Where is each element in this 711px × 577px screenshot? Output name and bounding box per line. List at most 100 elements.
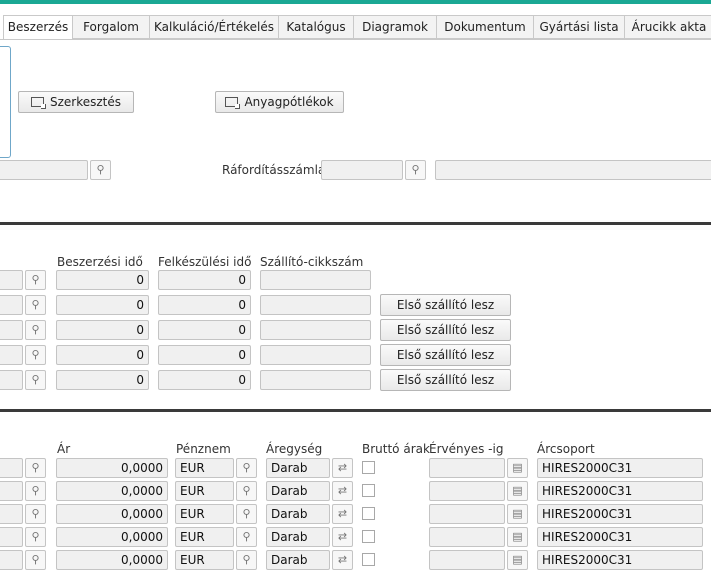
currency-field[interactable]: EUR: [175, 527, 234, 547]
prep-time-field[interactable]: 0: [158, 345, 251, 365]
unit-switch-icon[interactable]: ⇄: [332, 527, 353, 547]
gross-price-checkbox[interactable]: [362, 484, 375, 497]
currency-search-icon[interactable]: ⚲: [236, 458, 257, 478]
currency-field[interactable]: EUR: [175, 458, 234, 478]
first-supplier-button[interactable]: Első szállító lesz: [380, 369, 511, 391]
lead-time-field[interactable]: 0: [56, 370, 149, 390]
price-list-field[interactable]: [0, 481, 23, 501]
unit-header: Áregység: [266, 442, 323, 456]
first-supplier-button[interactable]: Első szállító lesz: [380, 344, 511, 366]
edit-button[interactable]: Szerkesztés: [18, 91, 134, 113]
supplier-search-icon[interactable]: ⚲: [25, 345, 46, 365]
price-list-search-icon[interactable]: ⚲: [25, 458, 46, 478]
tab-forgalom[interactable]: Forgalom: [72, 15, 150, 39]
unit-switch-icon[interactable]: ⇄: [332, 481, 353, 501]
calendar-icon[interactable]: ▤: [507, 481, 528, 501]
supplier-item-no-field[interactable]: [260, 295, 371, 315]
unit-switch-icon[interactable]: ⇄: [332, 504, 353, 524]
currency-search-icon[interactable]: ⚲: [236, 504, 257, 524]
gross-price-checkbox[interactable]: [362, 461, 375, 474]
supplier-search-icon[interactable]: ⚲: [25, 370, 46, 390]
calendar-icon[interactable]: ▤: [507, 458, 528, 478]
tab-katalogus[interactable]: Katalógus: [278, 15, 354, 39]
supplier-field[interactable]: [0, 295, 23, 315]
tab-dokumentum[interactable]: Dokumentum: [436, 15, 534, 39]
currency-search-icon[interactable]: ⚲: [236, 481, 257, 501]
valid-to-field[interactable]: [429, 481, 505, 501]
account-search-icon[interactable]: ⚲: [90, 160, 111, 180]
tab-kalkulacio[interactable]: Kalkuláció/Értékelés: [149, 15, 279, 39]
calendar-icon[interactable]: ▤: [507, 527, 528, 547]
expense-account-name-field[interactable]: [435, 160, 711, 180]
price-group-field[interactable]: HIRES2000C31: [537, 504, 703, 524]
calendar-icon[interactable]: ▤: [507, 550, 528, 570]
valid-to-field[interactable]: [429, 527, 505, 547]
supplier-item-no-field[interactable]: [260, 270, 371, 290]
currency-search-icon[interactable]: ⚲: [236, 550, 257, 570]
unit-switch-icon[interactable]: ⇄: [332, 458, 353, 478]
price-list-search-icon[interactable]: ⚲: [25, 481, 46, 501]
supplier-item-no-field[interactable]: [260, 320, 371, 340]
supplier-item-no-field[interactable]: [260, 345, 371, 365]
supplier-field[interactable]: [0, 370, 23, 390]
currency-field[interactable]: EUR: [175, 550, 234, 570]
price-list-search-icon[interactable]: ⚲: [25, 550, 46, 570]
supplier-field[interactable]: [0, 345, 23, 365]
gross-price-checkbox[interactable]: [362, 530, 375, 543]
price-field[interactable]: 0,0000: [56, 458, 168, 478]
supplier-field[interactable]: [0, 320, 23, 340]
valid-to-field[interactable]: [429, 504, 505, 524]
price-list-search-icon[interactable]: ⚲: [25, 527, 46, 547]
lead-time-field[interactable]: 0: [56, 345, 149, 365]
supplier-item-no-field[interactable]: [260, 370, 371, 390]
price-group-field[interactable]: HIRES2000C31: [537, 550, 703, 570]
price-group-field[interactable]: HIRES2000C31: [537, 481, 703, 501]
unit-field[interactable]: Darab: [266, 458, 330, 478]
unit-field[interactable]: Darab: [266, 527, 330, 547]
unit-field[interactable]: Darab: [266, 550, 330, 570]
prep-time-field[interactable]: 0: [158, 320, 251, 340]
supplier-field[interactable]: [0, 270, 23, 290]
price-field[interactable]: 0,0000: [56, 481, 168, 501]
tab-gyartasi-lista[interactable]: Gyártási lista: [533, 15, 625, 39]
prep-time-field[interactable]: 0: [158, 370, 251, 390]
gross-price-checkbox[interactable]: [362, 553, 375, 566]
unit-switch-icon[interactable]: ⇄: [332, 550, 353, 570]
expense-account-search-icon[interactable]: ⚲: [405, 160, 426, 180]
tab-diagramok[interactable]: Diagramok: [353, 15, 437, 39]
lead-time-field[interactable]: 0: [56, 320, 149, 340]
supplier-search-icon[interactable]: ⚲: [25, 320, 46, 340]
first-supplier-button[interactable]: Első szállító lesz: [380, 319, 511, 341]
supplier-search-icon[interactable]: ⚲: [25, 270, 46, 290]
price-field[interactable]: 0,0000: [56, 504, 168, 524]
currency-field[interactable]: EUR: [175, 504, 234, 524]
prep-time-field[interactable]: 0: [158, 295, 251, 315]
price-group-field[interactable]: HIRES2000C31: [537, 458, 703, 478]
price-list-field[interactable]: [0, 458, 23, 478]
price-group-field[interactable]: HIRES2000C31: [537, 527, 703, 547]
substitutes-button[interactable]: Anyagpótlékok: [215, 91, 344, 113]
price-list-field[interactable]: [0, 550, 23, 570]
supplier-search-icon[interactable]: ⚲: [25, 295, 46, 315]
price-field[interactable]: 0,0000: [56, 550, 168, 570]
lead-time-field[interactable]: 0: [56, 295, 149, 315]
unit-field[interactable]: Darab: [266, 481, 330, 501]
currency-search-icon[interactable]: ⚲: [236, 527, 257, 547]
first-supplier-button[interactable]: Első szállító lesz: [380, 294, 511, 316]
price-field[interactable]: 0,0000: [56, 527, 168, 547]
lead-time-field[interactable]: 0: [56, 270, 149, 290]
calendar-icon[interactable]: ▤: [507, 504, 528, 524]
account-field[interactable]: [0, 160, 88, 180]
unit-field[interactable]: Darab: [266, 504, 330, 524]
price-list-search-icon[interactable]: ⚲: [25, 504, 46, 524]
tab-arucikk-akta[interactable]: Árucikk akta: [624, 15, 711, 39]
valid-to-field[interactable]: [429, 458, 505, 478]
price-list-field[interactable]: [0, 527, 23, 547]
price-list-field[interactable]: [0, 504, 23, 524]
prep-time-field[interactable]: 0: [158, 270, 251, 290]
valid-to-field[interactable]: [429, 550, 505, 570]
expense-account-field[interactable]: [321, 160, 403, 180]
tab-beszerzes[interactable]: Beszerzés: [3, 15, 73, 40]
gross-price-checkbox[interactable]: [362, 507, 375, 520]
currency-field[interactable]: EUR: [175, 481, 234, 501]
